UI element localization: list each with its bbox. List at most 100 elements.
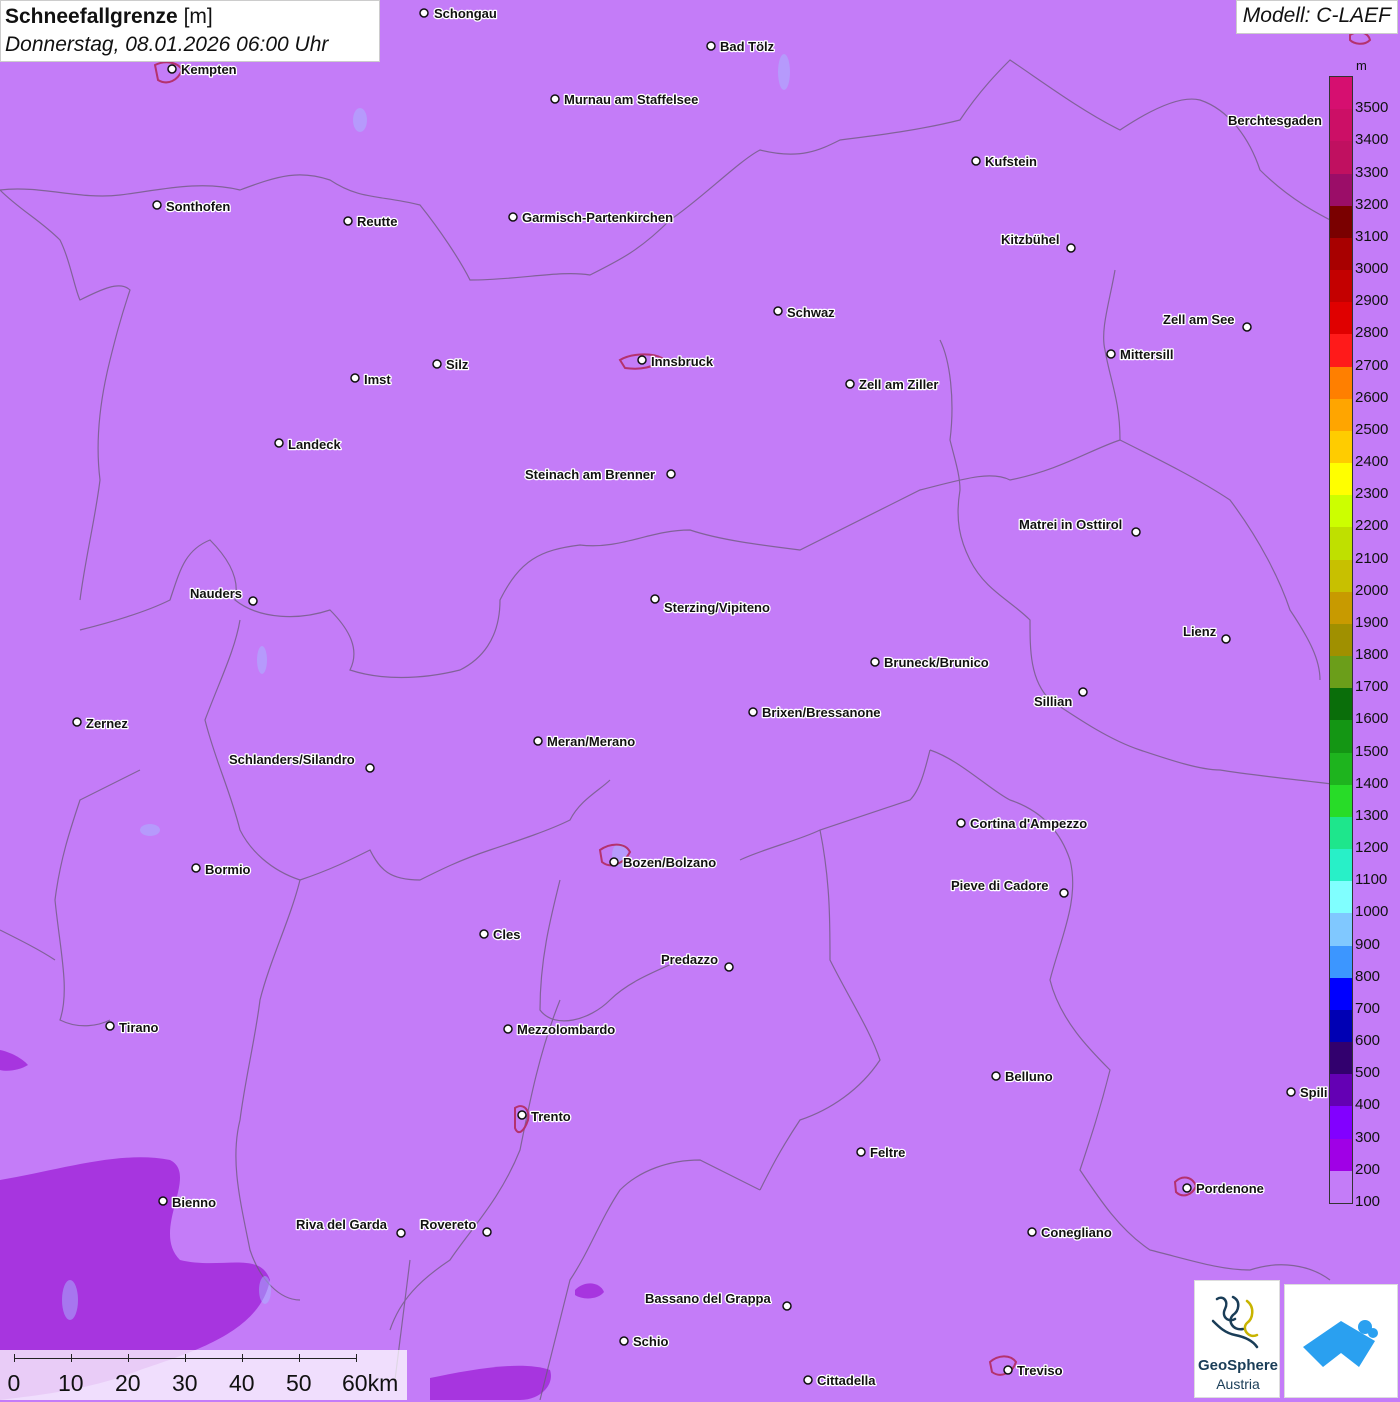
legend-label: 2200 <box>1355 517 1389 535</box>
city-garmisch[interactable]: Garmisch-Partenkirchen <box>508 209 674 226</box>
scale-bar-tick <box>299 1354 300 1362</box>
svg-text:Berchtesgaden: Berchtesgaden <box>1228 113 1322 128</box>
svg-text:Cles: Cles <box>493 927 520 942</box>
legend-step <box>1330 784 1352 818</box>
snow-house-icon <box>1303 1320 1378 1367</box>
legend-step <box>1330 398 1352 432</box>
title-unit: [m] <box>183 5 213 28</box>
legend-label: 1200 <box>1355 839 1389 857</box>
legend-step <box>1330 591 1352 625</box>
svg-text:Silz: Silz <box>446 357 469 372</box>
scale-bar-tick <box>128 1354 129 1362</box>
legend-label: 3000 <box>1355 260 1389 278</box>
svg-text:Conegliano: Conegliano <box>1041 1225 1112 1240</box>
svg-text:Innsbruck: Innsbruck <box>651 354 714 369</box>
svg-text:Cittadella: Cittadella <box>817 1373 876 1388</box>
legend-step <box>1330 173 1352 207</box>
legend-step <box>1330 237 1352 271</box>
svg-text:Cortina d'Ampezzo: Cortina d'Ampezzo <box>970 816 1087 831</box>
city-steinach[interactable]: Steinach am Brenner <box>524 466 676 483</box>
legend-label: 1700 <box>1355 678 1389 696</box>
forecast-datetime: Donnerstag, 08.01.2026 06:00 Uhr <box>5 33 329 56</box>
legend-label: 1900 <box>1355 613 1389 631</box>
city-cortina[interactable]: Cortina d'Ampezzo <box>956 815 1089 832</box>
legend-label: 300 <box>1355 1128 1381 1146</box>
svg-text:Lienz: Lienz <box>1183 624 1217 639</box>
legend-label: 1400 <box>1355 774 1389 792</box>
scale-bar: 0 10 20 30 40 50 60km <box>0 1350 407 1400</box>
legend-label: 900 <box>1355 935 1381 953</box>
svg-text:Pieve di Cadore: Pieve di Cadore <box>951 878 1049 893</box>
legend-label: 3500 <box>1355 99 1389 117</box>
svg-text:Kempten: Kempten <box>181 62 237 77</box>
legend-step <box>1330 1009 1352 1043</box>
legend-label: 1500 <box>1355 742 1389 760</box>
city-brixen[interactable]: Brixen/Bressanone <box>748 704 882 721</box>
svg-text:Imst: Imst <box>364 372 391 387</box>
svg-text:Schwaz: Schwaz <box>787 305 835 320</box>
scale-bar-tick <box>185 1354 186 1362</box>
svg-text:Sonthofen: Sonthofen <box>166 199 230 214</box>
legend-step <box>1330 77 1352 110</box>
legend-label: 3300 <box>1355 163 1389 181</box>
legend-label: 2600 <box>1355 388 1389 406</box>
legend-step <box>1330 720 1352 754</box>
svg-text:Trento: Trento <box>531 1109 571 1124</box>
city-mezzolombardo[interactable]: Mezzolombardo <box>503 1021 617 1038</box>
title-variable: Schneefallgrenze <box>5 5 178 28</box>
legend-step <box>1330 1042 1352 1075</box>
legend-step <box>1330 205 1352 239</box>
color-legend-bar <box>1329 76 1353 1204</box>
legend-step <box>1330 881 1352 914</box>
legend-label: 1300 <box>1355 806 1389 824</box>
legend-label: 500 <box>1355 1064 1381 1082</box>
legend-label: 2500 <box>1355 420 1389 438</box>
legend-label: 1600 <box>1355 710 1389 728</box>
city-berchtesgaden[interactable]: Berchtesgaden <box>1227 112 1323 130</box>
svg-text:Bad Tölz: Bad Tölz <box>720 39 775 54</box>
legend-step <box>1330 816 1352 850</box>
scale-bar-label: 0 <box>7 1370 21 1396</box>
legend-label: 3200 <box>1355 195 1389 213</box>
svg-text:Riva del Garda: Riva del Garda <box>296 1217 388 1232</box>
svg-text:Garmisch-Partenkirchen: Garmisch-Partenkirchen <box>522 210 673 225</box>
city-conegliano[interactable]: Conegliano <box>1027 1224 1113 1241</box>
legend-step <box>1330 656 1352 689</box>
legend-step <box>1330 688 1352 721</box>
city-bruneck[interactable]: Bruneck/Brunico <box>870 654 990 671</box>
legend-label: 400 <box>1355 1096 1381 1114</box>
legend-step <box>1330 141 1352 174</box>
scale-bar-label: 10 <box>58 1370 84 1396</box>
map-canvas[interactable]: Schongau Bad Tölz Kempten Murnau am Staf… <box>0 0 1400 1400</box>
weather-app-logo[interactable] <box>1284 1284 1398 1398</box>
city-pordenone[interactable]: Pordenone <box>1182 1180 1265 1197</box>
city-murnau[interactable]: Murnau am Staffelsee <box>550 91 700 108</box>
svg-text:Schio: Schio <box>633 1334 668 1349</box>
svg-text:Zell am Ziller: Zell am Ziller <box>859 377 938 392</box>
svg-text:Treviso: Treviso <box>1017 1363 1063 1378</box>
city-zell-am-ziller[interactable]: Zell am Ziller <box>845 376 940 393</box>
svg-text:Meran/Merano: Meran/Merano <box>547 734 635 749</box>
city-meran[interactable]: Meran/Merano <box>533 733 636 750</box>
svg-text:Bormio: Bormio <box>205 862 251 877</box>
legend-step <box>1330 527 1352 561</box>
legend-step <box>1330 1074 1352 1107</box>
svg-text:Feltre: Feltre <box>870 1145 905 1160</box>
svg-text:Tirano: Tirano <box>119 1020 159 1035</box>
legend-step <box>1330 495 1352 528</box>
legend-step <box>1330 945 1352 979</box>
logo-text-austria: Austria <box>1216 1376 1260 1392</box>
scale-bar-tick <box>14 1354 15 1362</box>
legend-label: 100 <box>1355 1193 1381 1210</box>
legend-label: 200 <box>1355 1160 1381 1178</box>
legend-label: 2700 <box>1355 356 1389 374</box>
legend-label: 3400 <box>1355 131 1389 149</box>
map-title: Schneefallgrenze [m] <box>5 3 375 31</box>
legend-step <box>1330 913 1352 947</box>
svg-text:Belluno: Belluno <box>1005 1069 1053 1084</box>
geosphere-logo[interactable]: GeoSphere Austria <box>1194 1280 1280 1398</box>
city-bozen[interactable]: Bozen/Bolzano <box>609 854 717 871</box>
legend-step <box>1330 623 1352 657</box>
logo-text-geosphere: GeoSphere <box>1197 1357 1279 1374</box>
map-title-box: Schneefallgrenze [m] Donnerstag, 08.01.2… <box>0 0 380 62</box>
